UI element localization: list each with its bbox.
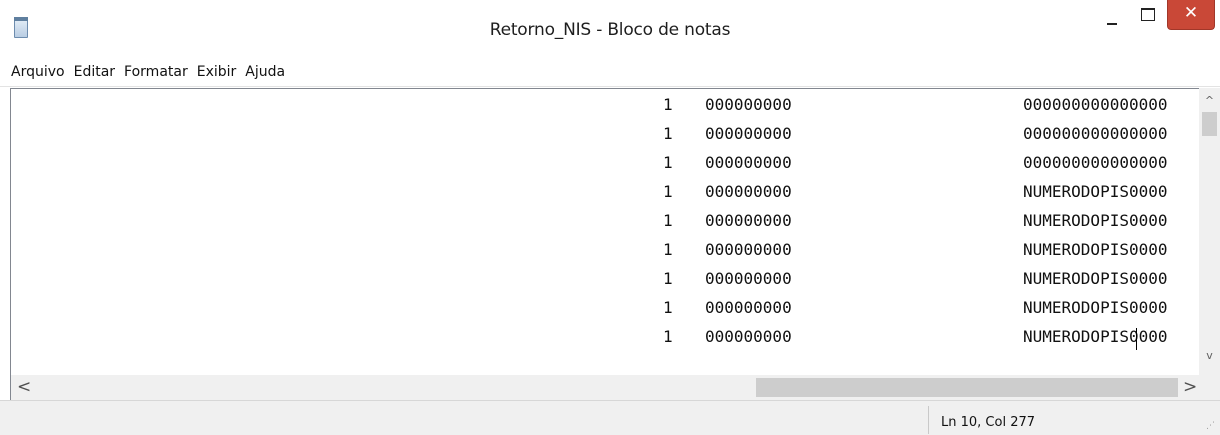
scroll-down-icon[interactable]: v — [1199, 348, 1220, 364]
text-line: 1 000000000 NUMERODOPIS0000 — [663, 211, 1168, 230]
scroll-up-icon[interactable]: ^ — [1199, 93, 1220, 109]
vertical-scroll-thumb[interactable] — [1202, 112, 1217, 136]
status-bar: Ln 10, Col 277 ⋰ — [0, 400, 1220, 435]
vertical-scrollbar[interactable]: ^ v — [1199, 88, 1220, 375]
scrollbar-corner — [1200, 375, 1220, 400]
text-line: 1 000000000 000000000000000 — [663, 153, 1168, 172]
menu-exibir[interactable]: Exibir — [197, 64, 237, 80]
scroll-right-icon[interactable]: > — [1183, 377, 1199, 398]
menu-editar[interactable]: Editar — [74, 64, 115, 80]
menu-ajuda[interactable]: Ajuda — [245, 64, 285, 80]
title-bar[interactable]: Retorno_NIS - Bloco de notas ✕ — [0, 0, 1220, 58]
menu-bar: Arquivo Editar Formatar Exibir Ajuda — [0, 58, 1220, 87]
text-line: 1 000000000 NUMERODOPIS0000 — [663, 240, 1168, 259]
text-line: 1 000000000 NUMERODOPIS0000 — [663, 327, 1168, 346]
close-icon: ✕ — [1183, 3, 1199, 23]
text-line: 1 000000000 000000000000000 — [663, 95, 1168, 114]
text-editor[interactable]: 1 000000000 000000000000000 1 000000000 … — [10, 88, 1220, 375]
cursor-position: Ln 10, Col 277 — [941, 415, 1036, 430]
maximize-button[interactable] — [1131, 0, 1165, 30]
text-caret — [1136, 328, 1137, 350]
text-line: 1 000000000 NUMERODOPIS0000 — [663, 182, 1168, 201]
text-line: 1 000000000 000000000000000 — [663, 124, 1168, 143]
horizontal-scroll-thumb[interactable] — [756, 378, 1178, 397]
horizontal-scrollbar[interactable]: < > — [10, 375, 1200, 400]
menu-formatar[interactable]: Formatar — [124, 64, 188, 80]
text-line: 1 000000000 NUMERODOPIS0000 — [663, 298, 1168, 317]
text-line: 1 000000000 NUMERODOPIS0000 — [663, 269, 1168, 288]
menu-arquivo[interactable]: Arquivo — [11, 64, 65, 80]
status-divider — [928, 406, 929, 434]
close-button[interactable]: ✕ — [1167, 0, 1215, 30]
resize-grip-icon[interactable]: ⋰ — [1206, 421, 1216, 431]
scroll-left-icon[interactable]: < — [17, 377, 33, 398]
window-title: Retorno_NIS - Bloco de notas — [489, 20, 731, 40]
minimize-button[interactable] — [1095, 0, 1129, 30]
